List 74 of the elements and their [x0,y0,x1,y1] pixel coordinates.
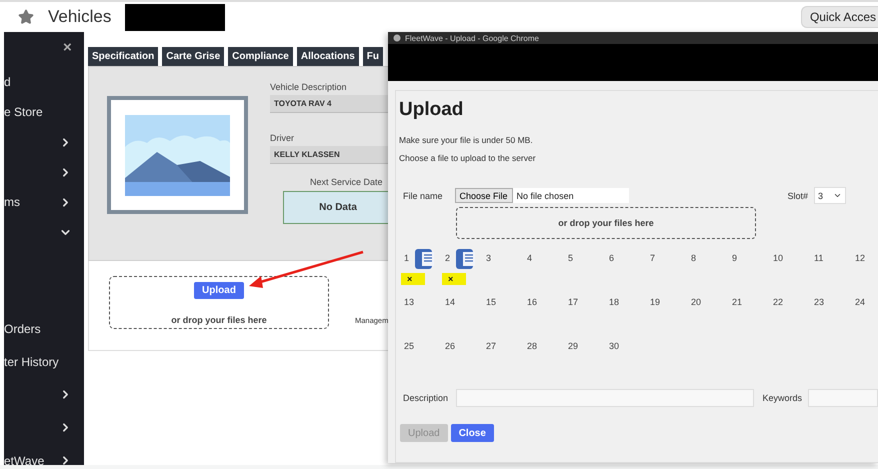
slot-select[interactable]: 3 [814,187,846,204]
slot-number: 25 [403,341,416,351]
document-icon[interactable] [415,248,435,270]
slot-number: 28 [526,341,538,351]
slot-number: 13 [403,297,416,307]
drop-hint: or drop your files here [558,218,654,228]
sidebar-item[interactable]: e Store [4,105,43,119]
slot-number: 27 [485,341,498,351]
star-icon[interactable] [18,9,34,25]
choose-file-button[interactable]: Choose File [454,188,513,203]
slot-number: 18 [608,297,620,307]
page-title: Vehicles [48,7,112,27]
file-status: No file chosen [516,190,574,200]
keywords-field[interactable] [808,389,878,407]
sidebar-item[interactable]: d [4,75,11,89]
drop-hint: or drop your files here [171,315,267,325]
slot-number: 3 [485,253,492,263]
slot-number: 9 [731,253,738,263]
slot-number: 6 [608,253,616,263]
description-field[interactable] [456,389,754,407]
tab[interactable]: Allocations [296,47,359,66]
tab[interactable]: Compliance [228,47,293,66]
remove-file-button[interactable]: × [442,273,466,285]
slot-number: 20 [690,297,702,307]
upload-button[interactable]: Upload [194,282,244,299]
field-label: Driver [270,133,295,143]
drop-zone[interactable]: or drop your files here [456,207,756,239]
slot-number: 5 [567,253,574,263]
field-label: Slot# [788,190,808,200]
field-label: Vehicle Description [270,82,348,92]
sidebar-item[interactable]: ms [4,195,20,209]
slot-number: 4 [526,253,534,263]
slot-number: 11 [813,253,824,263]
globe-icon [393,34,401,42]
field-label: Keywords [762,393,802,403]
slot-number: 22 [772,297,784,307]
remove-file-button[interactable]: × [401,273,425,285]
field-label: Description [403,393,448,403]
slot-number: 2 [444,253,452,263]
close-icon[interactable]: × [63,39,72,56]
file-input[interactable]: Choose File No file chosen [454,188,629,203]
quick-access-button[interactable]: Quick Acces [800,6,878,28]
field-label: File name [403,190,443,200]
tab[interactable]: Fu [362,47,383,66]
instruction-text: Choose a file to upload to the server [399,153,536,163]
slot-number: 29 [567,341,580,351]
instruction-text: Make sure your file is under 50 MB. [399,135,533,145]
slot-number: 16 [526,297,538,307]
slot-number: 26 [444,341,456,351]
tab[interactable]: Specification [88,47,158,66]
slot-number: 24 [854,297,866,307]
slot-number: 23 [813,297,826,307]
slot-number: 12 [854,253,866,263]
window-title: FleetWave - Upload - Google Chrome [405,34,539,42]
sidebar-item[interactable]: Orders [4,322,41,336]
field-label: Next Service Date [310,177,384,187]
sidebar-item[interactable]: ter History [4,354,59,368]
slot-number: 17 [567,297,580,307]
tab[interactable]: Carte Grise [162,47,224,66]
slot-number: 14 [444,297,456,307]
close-button[interactable]: Close [450,424,494,442]
slot-number: 8 [690,253,698,263]
slot-number: 15 [485,297,498,307]
slot-number: 19 [649,297,662,307]
slot-number: 21 [731,297,744,307]
document-icon[interactable] [456,248,476,270]
caret-icon [833,191,842,200]
dialog-heading: Upload [399,99,464,121]
slot-number: 10 [772,253,784,263]
drop-zone[interactable]: Upload or drop your files here [109,276,329,329]
slot-number: 30 [608,341,620,351]
slot-number: 7 [649,253,656,263]
sidebar-item[interactable]: etWave [4,454,44,468]
slot-number: 1 [403,253,410,263]
